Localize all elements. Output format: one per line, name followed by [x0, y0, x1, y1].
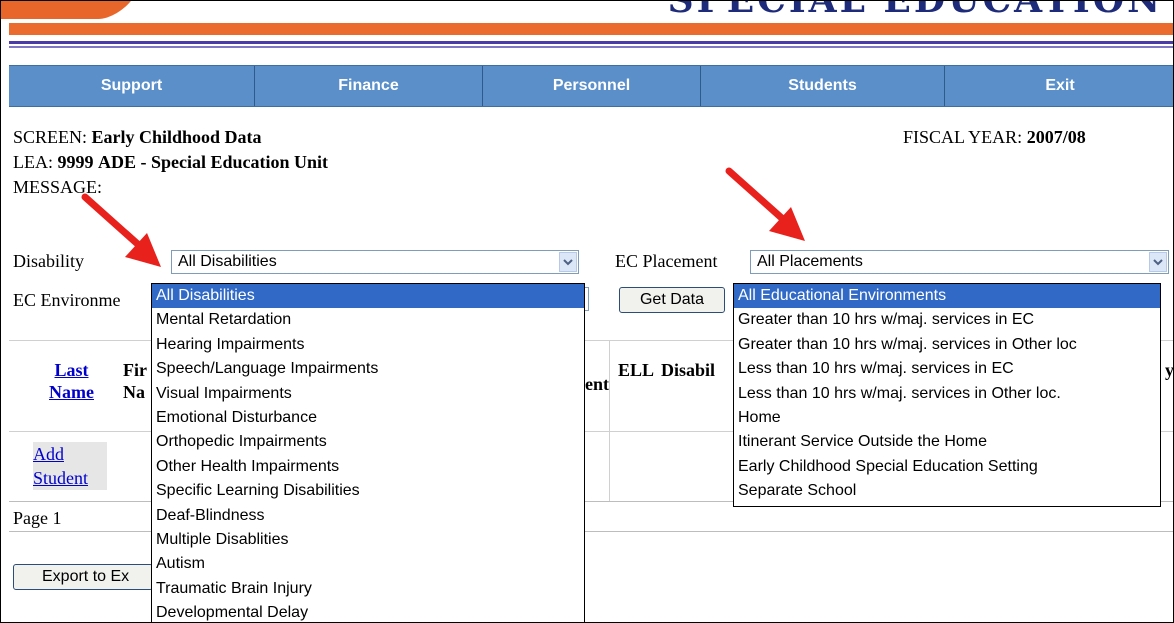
column-divider: [609, 341, 610, 501]
dropdown-option[interactable]: Specific Learning Disabilities: [152, 479, 584, 503]
banner-title: SPECIAL EDUCATION: [668, 1, 1163, 21]
fiscal-year-line: FISCAL YEAR: 2007/08: [903, 127, 1086, 148]
screen-line: SCREEN: Early Childhood Data: [13, 127, 262, 148]
header-banner: SPECIAL EDUCATION: [1, 1, 1173, 49]
dropdown-option[interactable]: All Educational Environments: [734, 284, 1160, 309]
lea-line: LEA: 9999 ADE - Special Education Unit: [13, 152, 328, 173]
dropdown-option[interactable]: Itinerant Service Outside the Home: [734, 430, 1160, 454]
dropdown-option[interactable]: Greater than 10 hrs w/maj. services in E…: [734, 308, 1160, 332]
dropdown-option[interactable]: Multiple Disablities: [152, 528, 584, 552]
add-student-line2: Student: [33, 468, 89, 488]
page-indicator: Page 1: [13, 508, 62, 528]
get-data-button[interactable]: Get Data: [619, 287, 725, 313]
dropdown-option[interactable]: Autism: [152, 552, 584, 576]
ec-environment-label: EC Environme: [13, 290, 121, 310]
dropdown-option[interactable]: Less than 10 hrs w/maj. services in EC: [734, 357, 1160, 381]
ec-environment-dropdown-list: All Educational Environments Greater tha…: [733, 283, 1161, 507]
dropdown-option[interactable]: All Disabilities: [152, 284, 584, 309]
nav-students[interactable]: Students: [701, 66, 945, 106]
dropdown-option[interactable]: Visual Impairments: [152, 382, 584, 406]
chevron-down-icon[interactable]: [1149, 252, 1167, 272]
dropdown-option[interactable]: Emotional Disturbance: [152, 406, 584, 430]
nav-support[interactable]: Support: [9, 66, 255, 106]
red-arrow-icon: [725, 167, 805, 241]
dropdown-option[interactable]: Developmental Delay: [152, 601, 584, 622]
dropdown-option[interactable]: Hearing Impairments: [152, 333, 584, 357]
dropdown-option[interactable]: Greater than 10 hrs w/maj. services in O…: [734, 333, 1160, 357]
ec-placement-select[interactable]: All Placements: [750, 250, 1169, 274]
nav-exit[interactable]: Exit: [945, 66, 1173, 106]
fiscal-year-value: 2007/08: [1026, 127, 1086, 147]
add-student-link[interactable]: Add Student: [33, 442, 107, 490]
dropdown-option[interactable]: Speech/Language Impairments: [152, 357, 584, 381]
dropdown-option[interactable]: Traumatic Brain Injury: [152, 577, 584, 601]
chevron-down-icon[interactable]: [559, 252, 577, 272]
first-name-header-line2: Na: [123, 382, 145, 402]
disability-select[interactable]: All Disabilities: [171, 250, 579, 274]
banner-divider-thin: [9, 46, 1173, 48]
ell-header: ELL: [618, 360, 655, 380]
lea-code: 9999: [57, 152, 94, 172]
fiscal-year-label: FISCAL YEAR:: [903, 127, 1023, 147]
add-student-line1: Add: [33, 444, 64, 464]
dropdown-option[interactable]: Mental Retardation: [152, 308, 584, 332]
banner-orange-stripe: [9, 23, 1173, 35]
disability-header: Disabil: [661, 360, 716, 380]
lea-name: ADE - Special Education Unit: [98, 152, 329, 172]
export-to-excel-button[interactable]: Export to Ex: [13, 564, 153, 590]
nav-finance[interactable]: Finance: [255, 66, 483, 106]
first-name-header-line1: Fir: [123, 360, 147, 380]
screen-label: SCREEN:: [13, 127, 88, 147]
column-header-fragment: ent: [585, 374, 609, 394]
placement-selected-value: All Placements: [757, 253, 863, 270]
lea-label: LEA:: [13, 152, 53, 172]
dropdown-option[interactable]: Orthopedic Impairments: [152, 430, 584, 454]
first-name-header: Fir Na: [123, 359, 147, 403]
dropdown-option[interactable]: Separate School: [734, 479, 1160, 503]
disability-label: Disability: [13, 251, 84, 271]
last-name-header[interactable]: Last Name: [49, 359, 94, 403]
screen-value: Early Childhood Data: [91, 127, 262, 147]
column-header-edge: y: [1165, 360, 1174, 380]
logo-swoosh: [1, 1, 144, 19]
dropdown-option[interactable]: Other Health Impairments: [152, 455, 584, 479]
dropdown-option[interactable]: Early Childhood Special Education Settin…: [734, 455, 1160, 479]
app-window: SPECIAL EDUCATION Support Finance Person…: [0, 0, 1174, 623]
nav-personnel[interactable]: Personnel: [483, 66, 701, 106]
banner-divider: [9, 41, 1173, 44]
dropdown-option[interactable]: Home: [734, 406, 1160, 430]
last-name-header-line1: Last: [54, 360, 89, 380]
main-nav: Support Finance Personnel Students Exit: [9, 65, 1173, 107]
red-arrow-icon: [81, 193, 161, 267]
disability-selected-value: All Disabilities: [178, 253, 277, 270]
last-name-header-line2: Name: [49, 382, 94, 402]
dropdown-option[interactable]: Deaf-Blindness: [152, 504, 584, 528]
disability-dropdown-list: All Disabilities Mental Retardation Hear…: [151, 283, 585, 622]
dropdown-option[interactable]: Less than 10 hrs w/maj. services in Othe…: [734, 382, 1160, 406]
ec-placement-label: EC Placement: [615, 251, 718, 271]
